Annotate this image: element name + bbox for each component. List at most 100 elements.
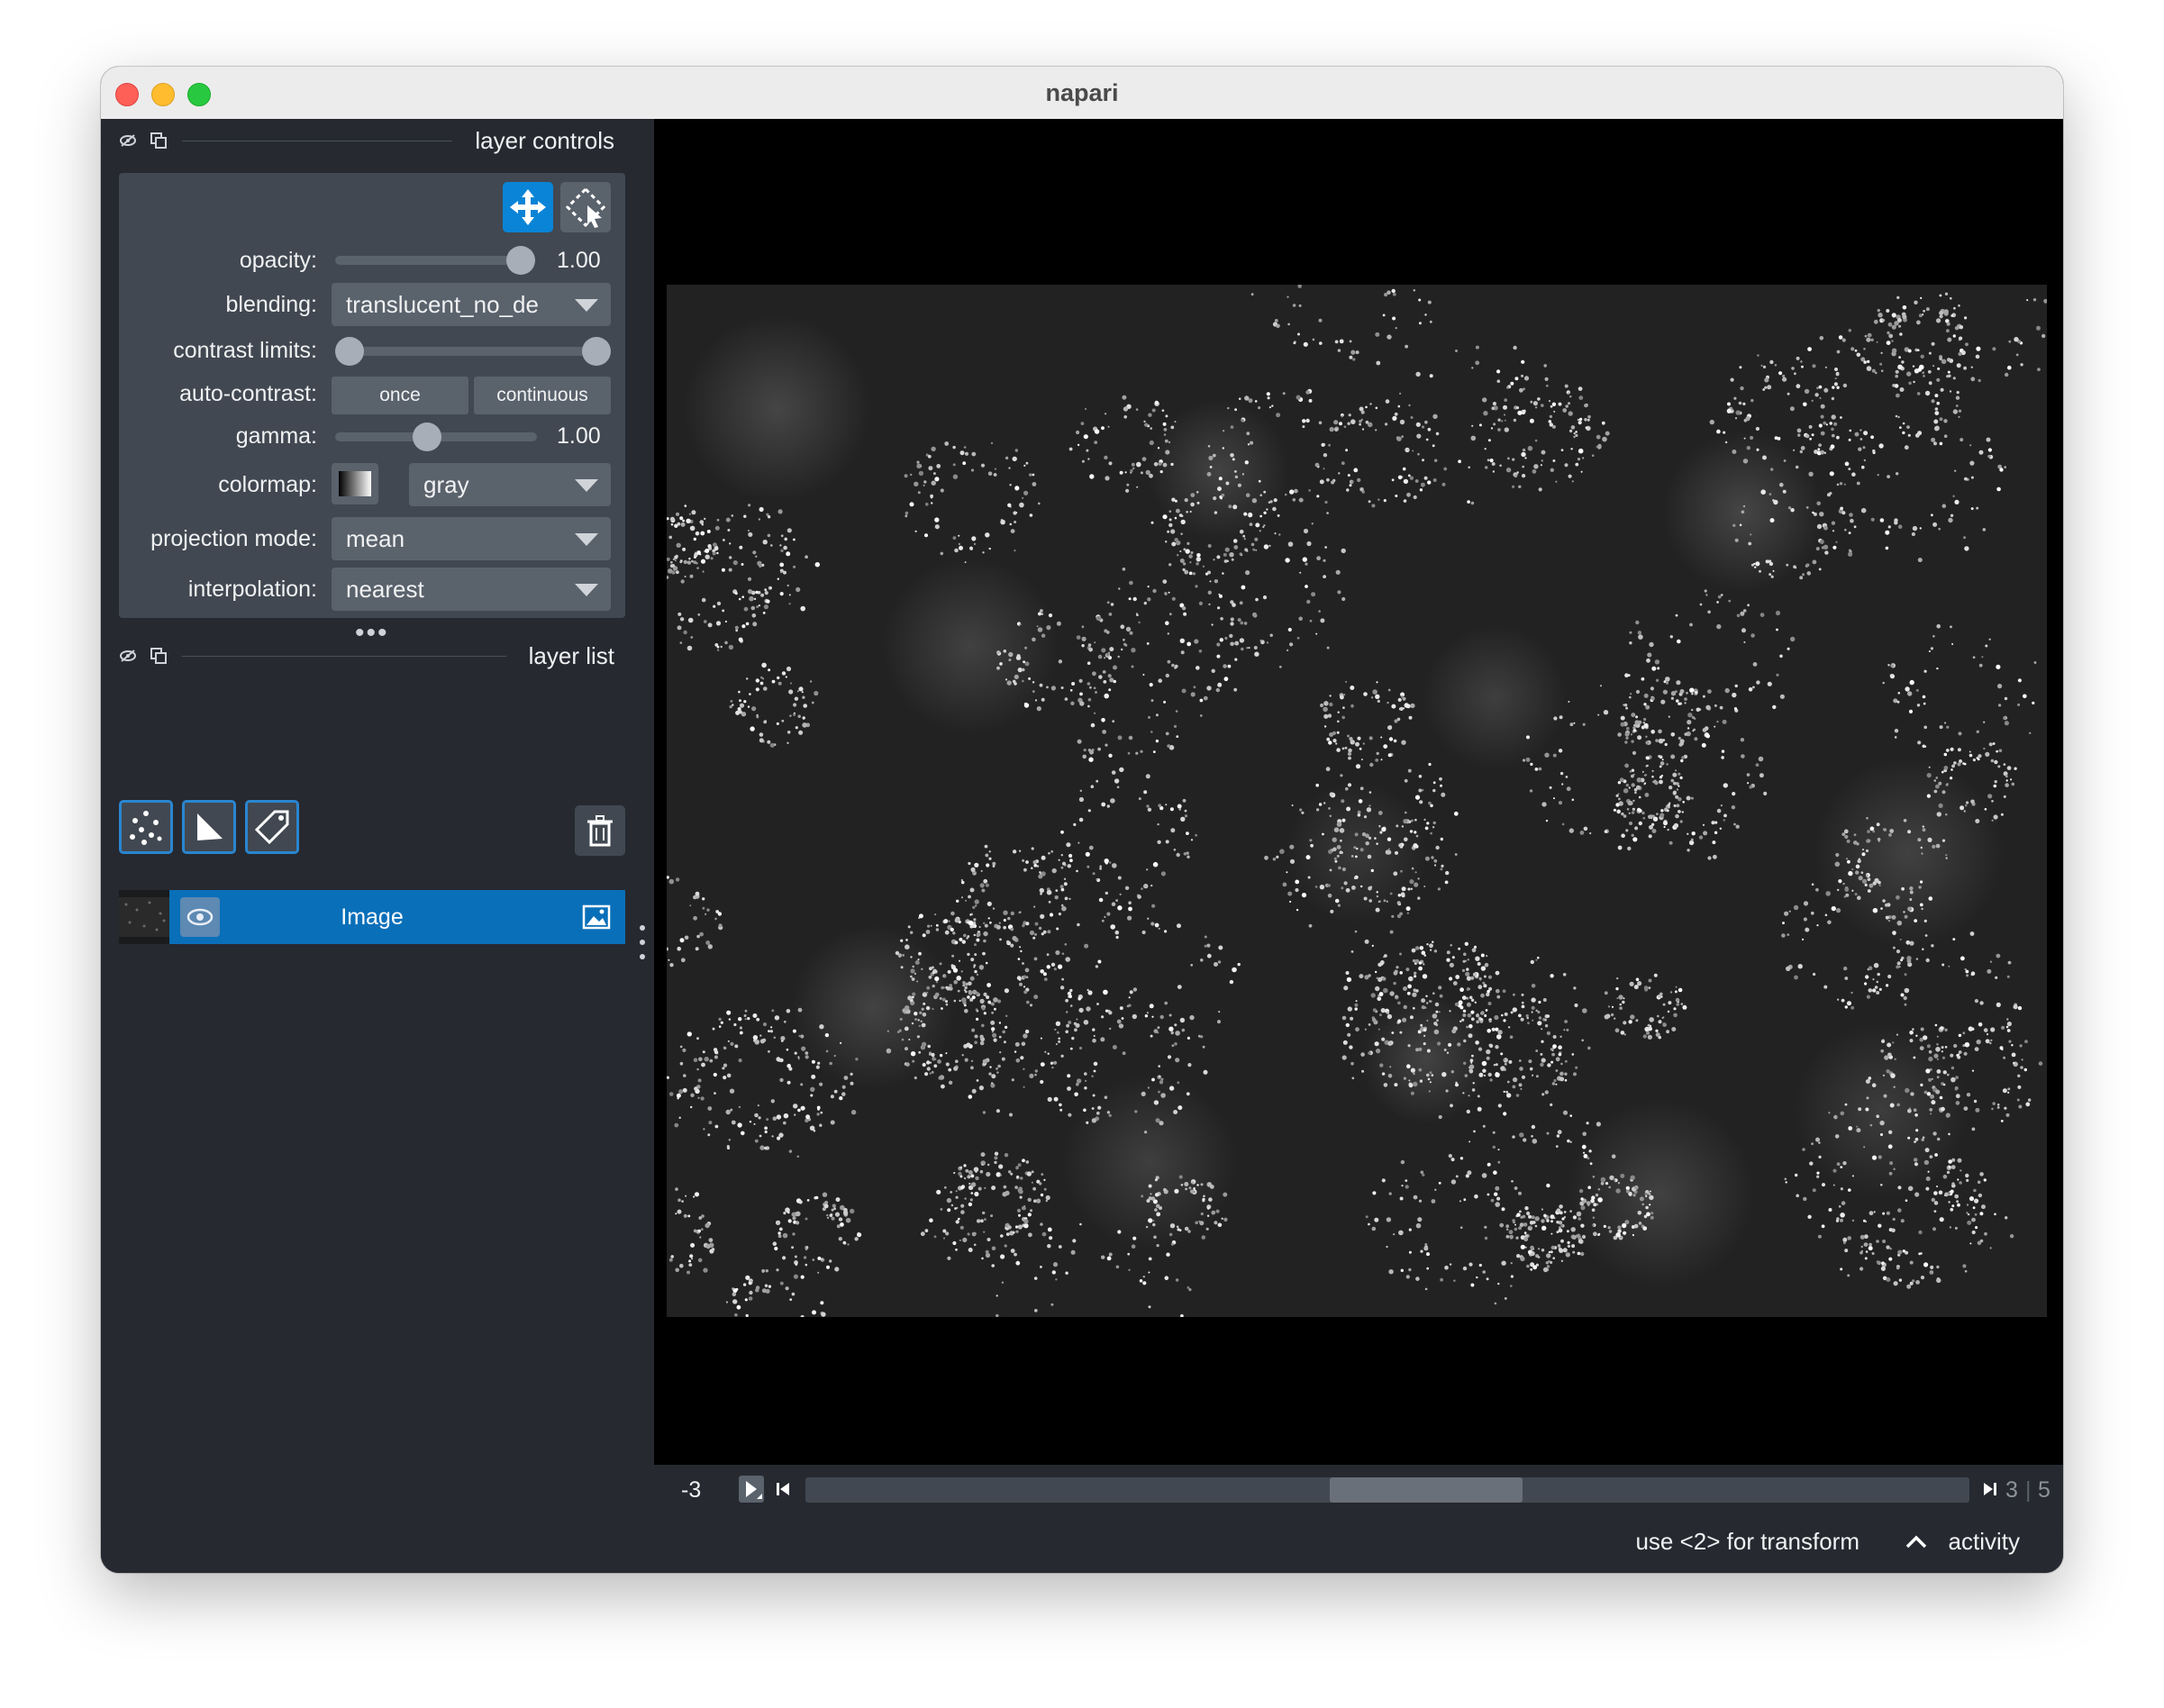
- image-speckle: [1088, 757, 1094, 762]
- image-speckle: [1168, 1013, 1172, 1017]
- image-speckle: [1423, 476, 1428, 480]
- image-speckle: [1617, 732, 1622, 737]
- image-speckle: [1168, 563, 1172, 567]
- image-speckle: [1642, 816, 1646, 820]
- image-speckle: [693, 560, 696, 564]
- image-speckle: [1200, 714, 1203, 717]
- image-speckle: [1237, 618, 1241, 622]
- dock-float-icon[interactable]: [119, 647, 137, 665]
- image-speckle: [1012, 456, 1017, 462]
- image-speckle: [1740, 386, 1744, 391]
- image-speckle: [942, 1229, 947, 1233]
- interpolation-label: interpolation:: [187, 577, 317, 602]
- image-speckle: [1620, 722, 1625, 727]
- new-points-layer-button[interactable]: [119, 800, 173, 854]
- image-speckle: [1070, 701, 1075, 705]
- image-speckle: [1867, 830, 1870, 833]
- image-speckle: [700, 1096, 705, 1101]
- image-speckle: [1263, 524, 1266, 527]
- image-speckle: [916, 460, 920, 464]
- image-speckle: [1323, 559, 1326, 562]
- image-speckle: [1485, 1009, 1488, 1012]
- image-speckle: [976, 931, 981, 937]
- image-speckle: [1816, 1171, 1820, 1175]
- image-speckle: [955, 1059, 959, 1063]
- interpolation-select[interactable]: nearest: [332, 568, 611, 611]
- opacity-slider[interactable]: [335, 256, 521, 265]
- image-speckle: [1937, 367, 1941, 370]
- auto-contrast-continuous-button[interactable]: continuous: [474, 377, 611, 414]
- new-shapes-layer-button[interactable]: [182, 800, 236, 854]
- image-speckle: [1252, 548, 1256, 551]
- image-speckle: [1941, 504, 1947, 508]
- image-speckle: [1955, 1076, 1959, 1079]
- new-labels-layer-button[interactable]: [245, 800, 299, 854]
- image-speckle: [1822, 1183, 1825, 1187]
- image-speckle: [1043, 977, 1048, 981]
- image-speckle: [1615, 1232, 1621, 1238]
- projection-mode-select[interactable]: mean: [332, 517, 611, 560]
- image-speckle: [1276, 855, 1279, 859]
- contrast-limits-high-handle[interactable]: [582, 337, 611, 366]
- colormap-preview[interactable]: [332, 463, 378, 504]
- colormap-select[interactable]: gray: [409, 463, 611, 506]
- image-speckle: [795, 1263, 798, 1266]
- dock-float-icon[interactable]: [119, 132, 137, 150]
- image-speckle: [1148, 1184, 1152, 1188]
- dock-close-icon[interactable]: [150, 132, 168, 150]
- sidebar-splitter-handle[interactable]: [640, 924, 645, 960]
- image-speckle: [1649, 1204, 1651, 1206]
- image-speckle: [1923, 309, 1925, 313]
- image-speckle: [1369, 762, 1374, 768]
- layer-item-image[interactable]: Image: [119, 890, 625, 944]
- image-speckle: [730, 1108, 733, 1112]
- contrast-limits-low-handle[interactable]: [335, 337, 364, 366]
- image-speckle: [1085, 851, 1090, 857]
- image-speckle: [1466, 1002, 1471, 1007]
- image-speckle: [1853, 833, 1857, 837]
- image-speckle: [1278, 665, 1282, 668]
- dock-close-icon[interactable]: [150, 647, 168, 665]
- image-speckle: [1597, 1187, 1601, 1191]
- transform-mode-button[interactable]: [560, 182, 611, 232]
- image-speckle: [1569, 395, 1572, 398]
- image-speckle: [1821, 546, 1825, 550]
- contrast-limits-slider[interactable]: [335, 347, 596, 356]
- blending-select[interactable]: translucent_no_de: [332, 283, 611, 326]
- image-speckle: [1907, 349, 1912, 353]
- image-speckle: [2000, 1120, 2004, 1122]
- auto-contrast-once-button[interactable]: once: [332, 377, 468, 414]
- move-mode-button[interactable]: [503, 182, 553, 232]
- image-speckle: [1959, 805, 1965, 811]
- image-speckle: [1508, 1059, 1513, 1064]
- image-speckle: [1721, 756, 1724, 759]
- gamma-slider-handle[interactable]: [413, 422, 442, 451]
- image-speckle: [1762, 455, 1767, 460]
- image-speckle: [1033, 995, 1039, 1000]
- image-speckle: [1845, 893, 1850, 897]
- image-speckle: [1370, 868, 1374, 873]
- image-speckle: [1001, 1281, 1005, 1284]
- image-speckle: [1403, 499, 1407, 503]
- image-speckle: [1925, 1068, 1931, 1074]
- image-speckle: [1703, 831, 1708, 836]
- image-speckle: [1365, 405, 1368, 409]
- image-speckle: [693, 1195, 696, 1198]
- delete-layer-button[interactable]: [575, 805, 625, 856]
- image-speckle: [1184, 809, 1187, 813]
- viewer-canvas[interactable]: [654, 119, 2063, 1465]
- image-speckle: [1451, 1029, 1457, 1034]
- image-speckle: [1649, 641, 1654, 648]
- image-speckle: [696, 1068, 699, 1071]
- image-speckle: [1228, 504, 1232, 509]
- image-speckle: [1307, 876, 1311, 879]
- image-speckle: [1069, 689, 1073, 692]
- image-speckle: [1632, 726, 1636, 730]
- image-speckle: [1582, 457, 1585, 459]
- image-speckle: [1043, 1178, 1046, 1181]
- image-speckle: [1922, 371, 1925, 375]
- opacity-slider-handle[interactable]: [506, 246, 535, 275]
- image-speckle: [1299, 571, 1302, 574]
- image-speckle: [1129, 580, 1133, 586]
- image-speckle: [678, 1116, 681, 1119]
